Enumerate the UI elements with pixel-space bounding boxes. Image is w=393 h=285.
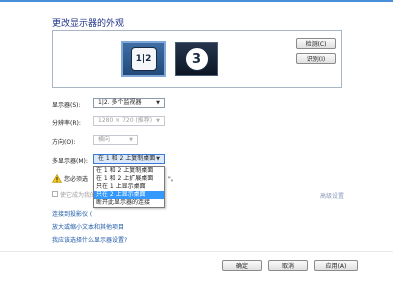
chevron-down-icon: ▼ bbox=[156, 156, 160, 162]
menu-item-extend-1-2[interactable]: 在 1 和 2 上扩展桌面 bbox=[94, 175, 164, 183]
warning-icon bbox=[52, 174, 62, 183]
orientation-label: 方向(O): bbox=[52, 139, 76, 146]
footer-separator bbox=[0, 251, 393, 252]
multi-display-menu: 在 1 和 2 上复制桌面 在 1 和 2 上扩展桌面 只在 1 上显示桌面 只… bbox=[93, 166, 165, 208]
resolution-dropdown-value: 1280 × 720 (推荐) bbox=[98, 117, 153, 124]
cancel-button[interactable]: 取消 bbox=[268, 260, 308, 271]
page-title: 更改显示器的外观 bbox=[52, 19, 125, 29]
window-top-border bbox=[0, 0, 393, 2]
text-size-link[interactable]: 放大或缩小文本和其他项目 bbox=[52, 222, 124, 231]
resolution-label: 分辨率(R): bbox=[52, 120, 81, 127]
multi-display-dropdown[interactable]: 在 1 和 2 上复制桌面 ▼ bbox=[93, 154, 165, 164]
monitor-1-2-tile[interactable]: 1|2 bbox=[121, 41, 166, 77]
primary-display-checkbox[interactable] bbox=[52, 191, 58, 197]
warning-message-text: 您必须选 bbox=[64, 176, 89, 183]
display-label: 显示器(S): bbox=[52, 102, 81, 109]
menu-item-only-1[interactable]: 只在 1 上显示桌面 bbox=[94, 183, 164, 191]
apply-button[interactable]: 应用(A) bbox=[314, 260, 358, 271]
advanced-settings-link[interactable]: 高级设置 bbox=[320, 191, 344, 200]
multi-display-dropdown-value: 在 1 和 2 上复制桌面 bbox=[98, 155, 156, 162]
chevron-down-icon: ▼ bbox=[129, 137, 133, 143]
warning-message-suffix: "。 bbox=[168, 176, 177, 183]
identify-button[interactable]: 识别(I) bbox=[296, 53, 336, 64]
detect-button[interactable]: 检测(C) bbox=[296, 38, 336, 49]
multi-display-label: 多显示器(M): bbox=[52, 158, 88, 165]
ok-button[interactable]: 确定 bbox=[222, 260, 262, 271]
projector-link[interactable]: 连接到投影仪 ( bbox=[52, 209, 92, 218]
display-settings-help-link[interactable]: 我应该选择什么显示器设置? bbox=[52, 235, 127, 244]
chevron-down-icon: ▼ bbox=[156, 100, 160, 106]
orientation-dropdown-value: 横向 bbox=[98, 136, 111, 143]
menu-item-duplicate-1-2[interactable]: 在 1 和 2 上复制桌面 bbox=[94, 167, 164, 175]
warning-message: 您必须选 bbox=[64, 174, 88, 183]
orientation-dropdown[interactable]: 横向 ▼ bbox=[93, 135, 138, 145]
primary-display-checkbox-label: 使它成为我的 bbox=[60, 192, 97, 199]
menu-item-only-2[interactable]: 只在 2 上显示桌面 bbox=[94, 191, 164, 199]
monitor-3-tile[interactable]: 3 bbox=[175, 42, 218, 76]
display-dropdown-value: 1|2. 多个监视器 bbox=[98, 99, 142, 106]
display-dropdown[interactable]: 1|2. 多个监视器 ▼ bbox=[93, 98, 165, 108]
resolution-dropdown[interactable]: 1280 × 720 (推荐) ▼ bbox=[93, 116, 165, 126]
chevron-down-icon: ▼ bbox=[156, 118, 160, 124]
monitor-1-2-badge: 1|2 bbox=[130, 47, 157, 71]
menu-item-disconnect[interactable]: 断开此显示器的连接 bbox=[94, 199, 164, 207]
monitor-3-badge: 3 bbox=[184, 47, 209, 71]
